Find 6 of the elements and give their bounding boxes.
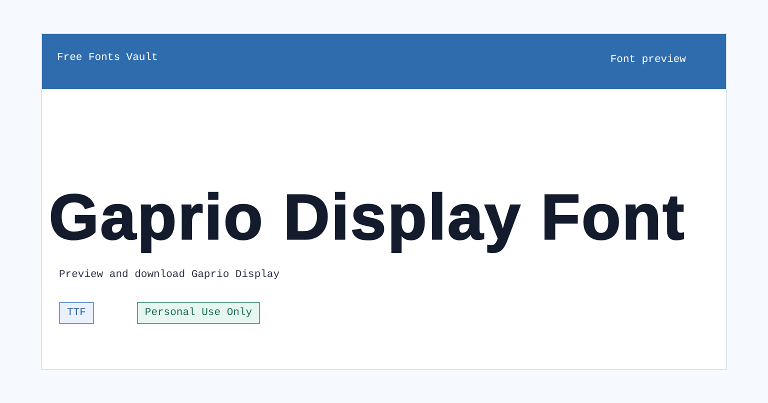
tag: Personal Use Only (136, 302, 260, 324)
nav-link[interactable]: Font preview (610, 54, 686, 89)
font-sample: Gaprio Display Font (49, 181, 687, 253)
site-title: Free Fonts Vault (57, 52, 158, 66)
description: Preview and download Gaprio Display (59, 269, 281, 281)
tag: TTF (59, 302, 94, 324)
